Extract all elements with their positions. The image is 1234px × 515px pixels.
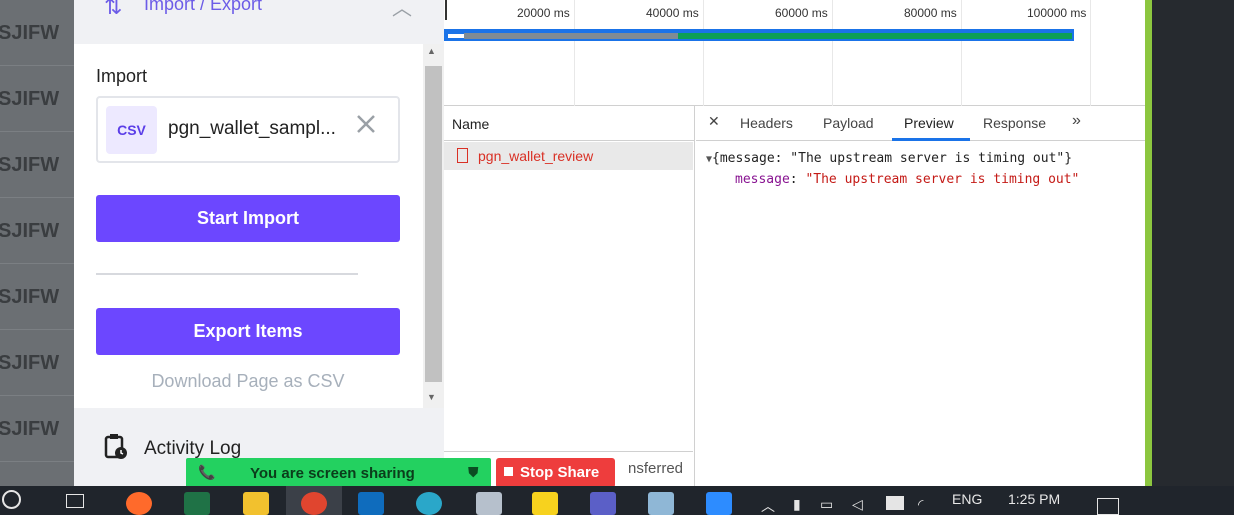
timeline-tick: 40000 ms (646, 6, 699, 20)
sort-arrows-icon: ⇅ (104, 0, 123, 19)
database-icon[interactable] (476, 492, 502, 515)
background-row: SJIFW (0, 330, 74, 396)
timeline-gridline (1090, 0, 1091, 106)
csv-file-icon: CSV (106, 106, 157, 154)
chevron-up-icon[interactable]: ︿ (761, 496, 775, 515)
timeline-tick: 100000 ms (1027, 6, 1087, 20)
import-export-header[interactable]: ⇅ Import / Export ︿ (74, 0, 444, 44)
timeline-tick: 60000 ms (775, 6, 828, 20)
timeline-border (445, 0, 447, 20)
detail-tabs: ✕ Headers Payload Preview Response » (696, 106, 1145, 141)
active-tab-indicator (892, 138, 970, 141)
search-icon[interactable] (2, 490, 21, 509)
waterfall-download (678, 33, 1072, 39)
window-border (1145, 0, 1152, 486)
timeline-gridline (703, 0, 704, 106)
network-icon[interactable]: ▭ (820, 496, 833, 513)
more-tabs-icon[interactable]: » (1072, 112, 1081, 130)
request-name: pgn_wallet_review (478, 148, 594, 164)
tray-app-icon[interactable] (886, 496, 904, 510)
phone-icon: 📞 (198, 464, 216, 480)
download-page-csv-link[interactable]: Download Page as CSV (96, 371, 400, 392)
chrome-icon[interactable] (301, 492, 327, 515)
teams-icon[interactable] (590, 492, 616, 515)
selected-file-box: CSV pgn_wallet_sampl... (96, 96, 400, 163)
import-export-panel: ⇅ Import / Export ︿ Import CSV pgn_walle… (74, 0, 444, 486)
background-row: SJIFW (0, 66, 74, 132)
start-import-button[interactable]: Start Import (96, 195, 400, 242)
export-items-button[interactable]: Export Items (96, 308, 400, 355)
background-row: SJIFW (0, 0, 74, 66)
background-row: SJIFW (0, 198, 74, 264)
share-text: You are screen sharing (250, 465, 415, 482)
shield-check-icon: ⛊ (468, 464, 479, 480)
usb-icon[interactable]: ▮ (793, 496, 801, 513)
excel-icon[interactable] (184, 492, 210, 515)
chevron-up-icon[interactable]: ︿ (392, 0, 412, 21)
devtools-network-panel: 20000 ms 40000 ms 60000 ms 80000 ms 1000… (444, 0, 1145, 486)
task-view-icon[interactable] (66, 494, 84, 508)
scroll-up-icon[interactable]: ▲ (427, 46, 436, 56)
section-title: Import / Export (144, 0, 263, 14)
json-preview: ▼{message: "The upstream server is timin… (706, 149, 1079, 190)
background-table: SJIFW SJIFW SJIFW SJIFW SJIFW SJIFW SJIF… (0, 0, 74, 486)
timeline-gridline (961, 0, 962, 106)
transferred-text: nsferred (628, 460, 684, 477)
scrollbar-thumb[interactable] (425, 66, 442, 382)
import-label: Import (96, 66, 148, 86)
tab-headers[interactable]: Headers (740, 115, 793, 131)
outlook-icon[interactable] (358, 492, 384, 515)
name-column-header[interactable]: Name (444, 106, 694, 141)
app-icon[interactable] (126, 492, 152, 515)
remove-file-icon[interactable] (354, 112, 380, 142)
timeline-tick: 20000 ms (517, 6, 570, 20)
background-row: SJIFW (0, 264, 74, 330)
file-explorer-icon[interactable] (243, 492, 269, 515)
file-name: pgn_wallet_sampl... (168, 118, 336, 139)
network-timeline: 20000 ms 40000 ms 60000 ms 80000 ms 1000… (444, 0, 1145, 106)
close-icon[interactable]: ✕ (708, 113, 720, 130)
stop-icon (504, 467, 513, 476)
document-icon (457, 148, 468, 163)
clipboard-clock-icon (104, 434, 128, 466)
scroll-down-icon[interactable]: ▼ (427, 392, 436, 402)
app-icon[interactable] (648, 492, 674, 515)
waterfall-queue (448, 34, 464, 38)
request-list: Name pgn_wallet_review nsferred (444, 106, 695, 486)
sticky-notes-icon[interactable] (532, 492, 558, 515)
volume-icon[interactable]: ◁ (852, 496, 863, 513)
divider (96, 273, 358, 275)
screen-share-banner: 📞 You are screen sharing ⛊ Stop Share (186, 458, 615, 488)
panel-scrollbar[interactable]: ▲ ▼ (423, 44, 444, 408)
background-row: SJIFW (0, 132, 74, 198)
tab-preview[interactable]: Preview (904, 115, 954, 131)
notification-icon[interactable] (1097, 498, 1119, 515)
zoom-icon[interactable] (706, 492, 732, 515)
timeline-tick: 80000 ms (904, 6, 957, 20)
request-detail: ✕ Headers Payload Preview Response » ▼{m… (696, 106, 1145, 486)
share-status[interactable]: 📞 You are screen sharing ⛊ (186, 458, 491, 488)
background-row: SJIFW (0, 396, 74, 462)
preview-property-line: message: "The upstream server is timing … (735, 172, 1080, 187)
tab-payload[interactable]: Payload (823, 115, 874, 131)
tab-response[interactable]: Response (983, 115, 1046, 131)
request-waterfall-bar[interactable] (444, 29, 1074, 41)
activity-log-label: Activity Log (144, 438, 242, 459)
desktop-background (1152, 0, 1234, 486)
request-row[interactable]: pgn_wallet_review (444, 142, 693, 170)
timeline-gridline (574, 0, 575, 106)
stop-share-button[interactable]: Stop Share (496, 458, 615, 488)
language-indicator[interactable]: ENG (952, 491, 982, 507)
preview-object-line[interactable]: ▼{message: "The upstream server is timin… (706, 149, 1079, 170)
taskbar: ︿ ▮ ▭ ◁ ◜ ENG 1:25 PM (0, 486, 1234, 515)
clock[interactable]: 1:25 PM (1008, 491, 1060, 507)
timeline-gridline (832, 0, 833, 106)
wifi-icon[interactable]: ◜ (918, 496, 923, 513)
waterfall-waiting (464, 33, 678, 39)
edge-icon[interactable] (416, 492, 442, 515)
